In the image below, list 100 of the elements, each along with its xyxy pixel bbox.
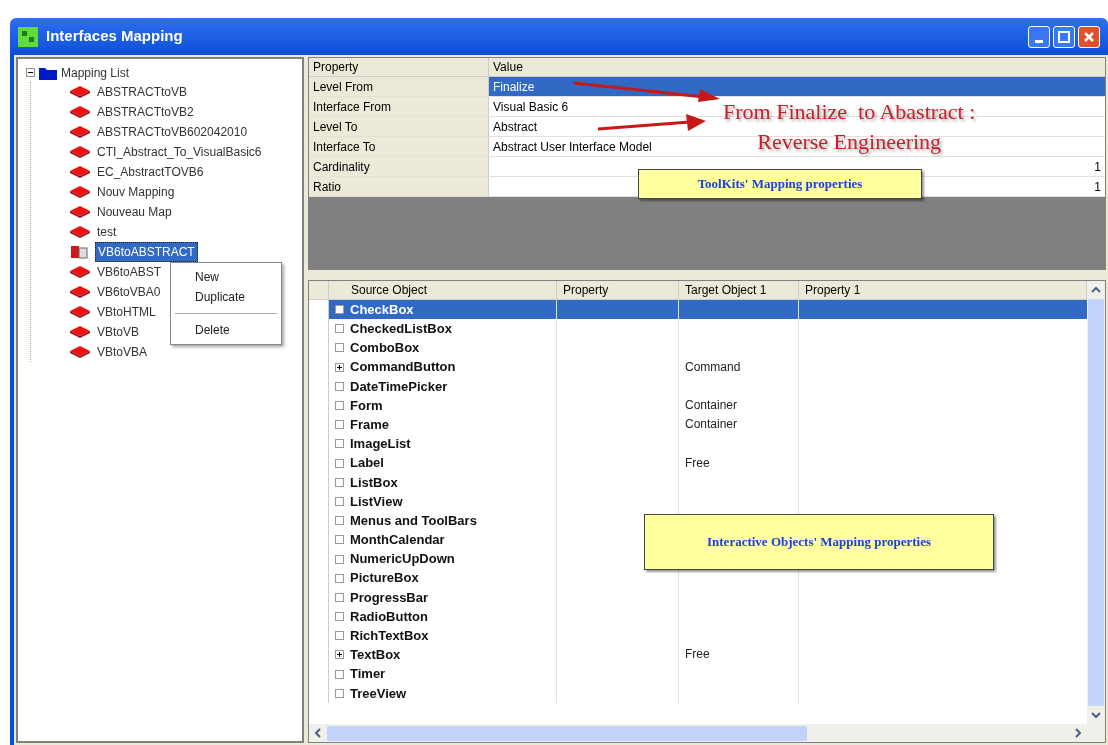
property-value[interactable]: Visual Basic 6 [493, 97, 569, 116]
tree-item[interactable]: EC_AbstractTOVB6 [95, 163, 206, 181]
maximize-button[interactable] [1053, 25, 1075, 48]
annotation-text: Reverse Engineering [757, 128, 942, 156]
checkbox[interactable] [335, 496, 344, 506]
tree-item[interactable]: test [95, 223, 119, 241]
property-value[interactable]: Finalize [493, 77, 535, 96]
table-row[interactable]: Label Free [309, 453, 1087, 473]
property-name: Level From [309, 77, 489, 96]
tree-item[interactable]: VBtoHTML [95, 303, 158, 321]
table-row[interactable]: Timer [309, 664, 1087, 684]
tree-item[interactable]: ABSTRACTtoVB [95, 83, 190, 101]
minimize-button[interactable] [1028, 25, 1050, 48]
checkbox[interactable] [335, 669, 344, 679]
column-header[interactable]: Source Object [329, 281, 557, 299]
window-title: Interfaces Mapping [46, 26, 183, 47]
table-cell-text: Form [350, 396, 383, 415]
table-row[interactable]: TreeView [309, 683, 1087, 703]
diamond-icon [69, 145, 91, 159]
tree-item[interactable]: VB6toABSTRACT [95, 242, 198, 262]
callout: ToolKits' Mapping properties [638, 169, 922, 199]
checkbox[interactable] [335, 631, 344, 641]
table-cell-text: ComboBox [350, 339, 420, 358]
tree-item[interactable]: ABSTRACTtoVB602042010 [95, 123, 250, 141]
table-cell: Container [685, 417, 738, 432]
menu-item[interactable]: Duplicate [171, 287, 281, 307]
tree-item[interactable]: Nouveau Map [95, 203, 174, 221]
table-cell-text: PictureBox [350, 569, 419, 588]
checkbox[interactable] [335, 458, 344, 468]
maximize-icon [1058, 30, 1070, 43]
tree-item[interactable]: VB6toABST [95, 263, 164, 281]
tree-item[interactable]: VBtoVB [95, 323, 142, 341]
diamond-icon [69, 205, 91, 219]
table-row[interactable]: ListBox [309, 472, 1087, 492]
column-header[interactable]: Property [557, 281, 679, 299]
tree-item[interactable]: Nouv Mapping [95, 183, 177, 201]
expand-icon[interactable] [335, 650, 344, 660]
column-header[interactable]: Target Object 1 [679, 281, 799, 299]
book-icon [69, 245, 91, 259]
checkbox[interactable] [335, 592, 344, 602]
table-row[interactable]: ProgressBar [309, 587, 1087, 607]
diamond-icon [69, 85, 91, 99]
tree-item[interactable]: VBtoVBA [95, 343, 150, 361]
table-row[interactable]: CheckBox [309, 300, 1087, 320]
vertical-scrollbar[interactable] [1087, 281, 1105, 724]
table-cell-text: CheckBox [350, 300, 414, 319]
property-value[interactable]: Abstract User Interface Model [493, 137, 652, 156]
minimize-icon [1035, 39, 1043, 43]
table-cell-text: ImageList [350, 435, 411, 454]
table-row[interactable]: RichTextBox [309, 626, 1087, 646]
table-cell-text: Frame [350, 415, 390, 434]
close-icon [1083, 30, 1095, 43]
table-row[interactable]: Form Container [309, 395, 1087, 416]
checkbox[interactable] [335, 688, 344, 698]
diamond-icon [69, 285, 91, 299]
callout: Interactive Objects' Mapping properties [644, 514, 994, 570]
table-row[interactable]: ListView [309, 491, 1087, 512]
checkbox[interactable] [335, 305, 344, 315]
expand-icon[interactable] [335, 362, 344, 372]
checkbox[interactable] [335, 439, 344, 449]
table-row[interactable]: CheckedListBox [309, 319, 1087, 339]
checkbox[interactable] [335, 573, 344, 583]
checkbox[interactable] [335, 554, 344, 564]
menu-item[interactable]: New [171, 267, 281, 287]
close-button[interactable] [1078, 25, 1100, 48]
table-row[interactable]: ComboBox [309, 338, 1087, 358]
table-row[interactable]: TextBox Free [309, 645, 1087, 665]
diamond-icon [69, 105, 91, 119]
table-row[interactable]: Frame Container [309, 415, 1087, 435]
checkbox[interactable] [335, 420, 344, 430]
table-row[interactable]: CommandButton Command [309, 357, 1087, 377]
menu-item[interactable]: Delete [171, 320, 281, 340]
diamond-icon [69, 345, 91, 359]
checkbox[interactable] [335, 324, 344, 334]
property-value[interactable]: Abstract [493, 117, 537, 136]
table-cell-text: MonthCalendar [350, 531, 445, 550]
table-row[interactable]: ImageList [309, 434, 1087, 454]
checkbox[interactable] [335, 535, 344, 545]
tree-item[interactable]: Mapping List [61, 63, 130, 82]
table-row[interactable]: RadioButton [309, 607, 1087, 627]
checkbox[interactable] [335, 612, 344, 622]
tree-item[interactable]: VB6toVBA0 [95, 283, 163, 301]
collapse-icon[interactable] [26, 68, 35, 77]
horizontal-scrollbar[interactable] [309, 724, 1105, 742]
property-value[interactable]: 1 [1094, 177, 1101, 196]
table-cell-text: TreeView [350, 684, 407, 703]
checkbox[interactable] [335, 477, 344, 487]
checkbox[interactable] [335, 401, 344, 411]
property-name: Interface From [309, 97, 489, 116]
tree-item[interactable]: ABSTRACTtoVB2 [95, 103, 196, 121]
property-value[interactable]: 1 [1094, 157, 1101, 176]
checkbox[interactable] [335, 516, 344, 526]
table-row[interactable]: DateTimePicker [309, 376, 1087, 396]
checkbox[interactable] [335, 343, 344, 353]
property-name: Cardinality [309, 157, 489, 176]
app-icon [18, 26, 38, 47]
checkbox[interactable] [335, 381, 344, 391]
tree-item[interactable]: CTI_Abstract_To_VisualBasic6 [95, 143, 264, 161]
diamond-icon [69, 325, 91, 339]
table-cell: Free [685, 647, 710, 662]
